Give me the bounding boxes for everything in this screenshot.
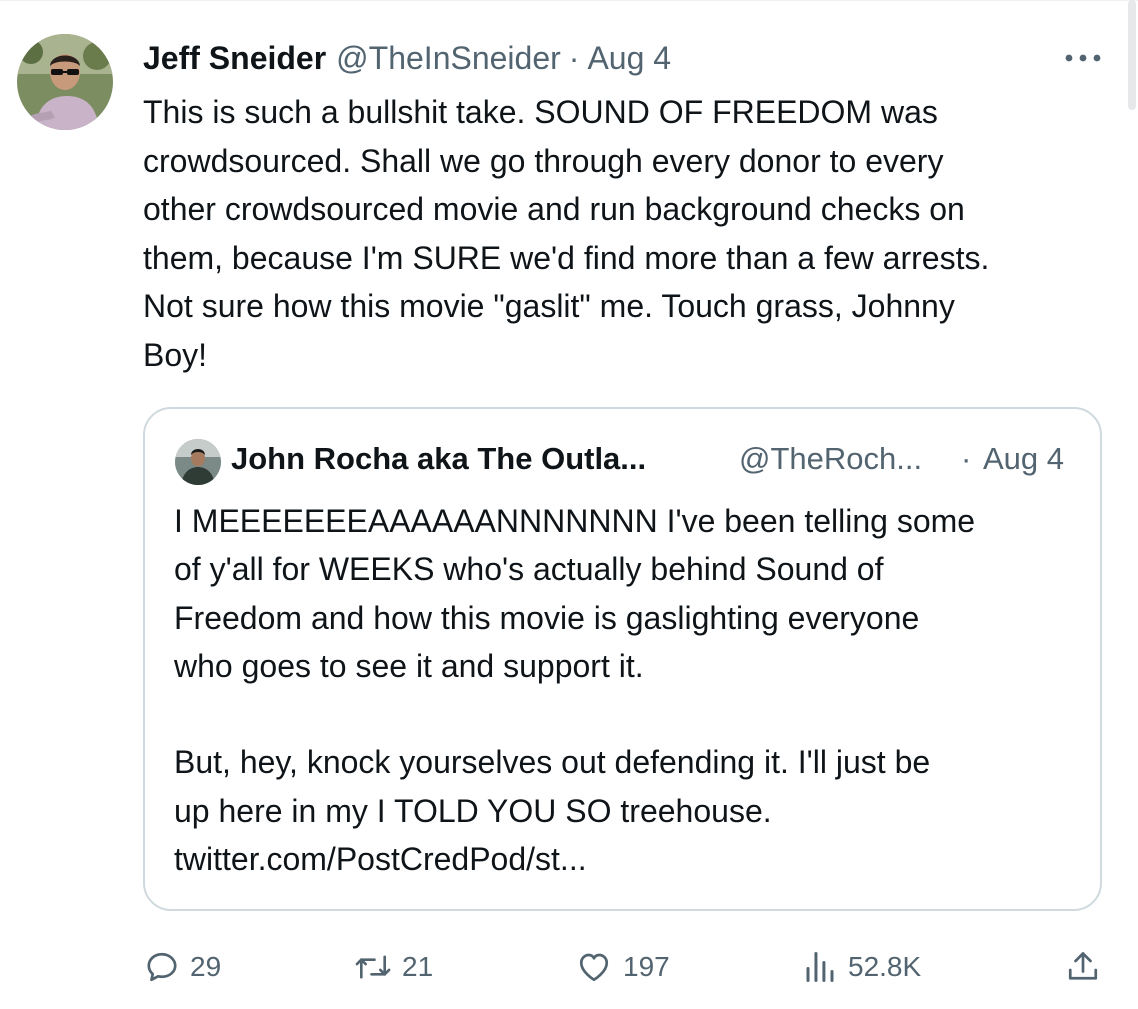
- quote-paragraph: But, hey, knock yourselves out defending…: [174, 738, 1074, 883]
- like-button[interactable]: 197: [575, 942, 670, 992]
- header-separator: ·: [568, 39, 580, 76]
- tweet-page: Jeff Sneider @TheInSneider · Aug 4 This …: [0, 0, 1138, 1009]
- quote-text: I MEEEEEEEAAAAAANNNNNNN I've been tellin…: [174, 497, 1074, 883]
- retweet-count: 21: [402, 951, 434, 982]
- retweet-button[interactable]: 21: [354, 942, 433, 992]
- tweet-text-line: other crowdsourced movie and run backgro…: [143, 191, 965, 228]
- tweet-date[interactable]: Aug 4: [587, 40, 671, 77]
- quote-author-name[interactable]: John Rocha aka The Outla...: [231, 441, 646, 477]
- quote-author-avatar[interactable]: [175, 439, 221, 485]
- quote-paragraph: I MEEEEEEEAAAAAANNNNNNN I've been tellin…: [174, 497, 1074, 690]
- quote-date[interactable]: Aug 4: [983, 441, 1064, 477]
- share-icon: [1065, 949, 1101, 985]
- tweet-text: This is such a bullshit take. SOUND OF F…: [143, 88, 1123, 380]
- quote-text-line: But, hey, knock yourselves out defending…: [174, 744, 931, 781]
- more-horizontal-icon[interactable]: [1061, 46, 1105, 70]
- quote-text-line: I MEEEEEEEAAAAAANNNNNNN I've been tellin…: [174, 503, 976, 539]
- like-count: 197: [623, 951, 670, 982]
- quote-author-handle[interactable]: @TheRoch...: [739, 441, 922, 477]
- views-count: 52.8K: [848, 951, 922, 982]
- author-handle[interactable]: @TheInSneider: [336, 40, 561, 77]
- quote-text-line: Freedom and how this movie is gaslightin…: [174, 599, 920, 636]
- scrollbar[interactable]: [1128, 0, 1136, 110]
- share-button[interactable]: [1065, 942, 1101, 992]
- heart-icon: [575, 949, 613, 985]
- quote-text-line: up here in my I TOLD YOU SO treehouse.: [174, 792, 772, 829]
- quote-text-line: who goes to see it and support it.: [174, 647, 644, 684]
- tweet-text-line: Boy!: [143, 336, 208, 373]
- tweet-action-bar: 29 21 197 52.8K: [0, 942, 1138, 992]
- tweet-header: Jeff Sneider @TheInSneider · Aug 4: [143, 38, 671, 78]
- quote-header-separator: ·: [961, 441, 972, 476]
- tweet-text-line: them, because I'm SURE we'd find more th…: [143, 239, 990, 276]
- tweet-text-line: This is such a bullshit take. SOUND OF F…: [143, 94, 938, 130]
- views-chart-icon: [802, 949, 838, 985]
- reply-icon: [144, 949, 180, 985]
- reply-count: 29: [190, 951, 222, 982]
- views-button[interactable]: 52.8K: [802, 942, 921, 992]
- quoted-tweet-card[interactable]: John Rocha aka The Outla... @TheRoch... …: [143, 407, 1102, 911]
- retweet-icon: [354, 949, 392, 985]
- reply-button[interactable]: 29: [144, 942, 221, 992]
- top-divider: [0, 0, 1138, 1]
- tweet-text-line: Not sure how this movie "gaslit" me. Tou…: [143, 288, 955, 325]
- tweet-text-line: crowdsourced. Shall we go through every …: [143, 142, 944, 179]
- author-name[interactable]: Jeff Sneider: [143, 40, 326, 77]
- quote-text-line: of y'all for WEEKS who's actually behind…: [174, 551, 884, 588]
- quote-link[interactable]: twitter.com/PostCredPod/st...: [174, 841, 587, 877]
- author-avatar[interactable]: [17, 34, 113, 130]
